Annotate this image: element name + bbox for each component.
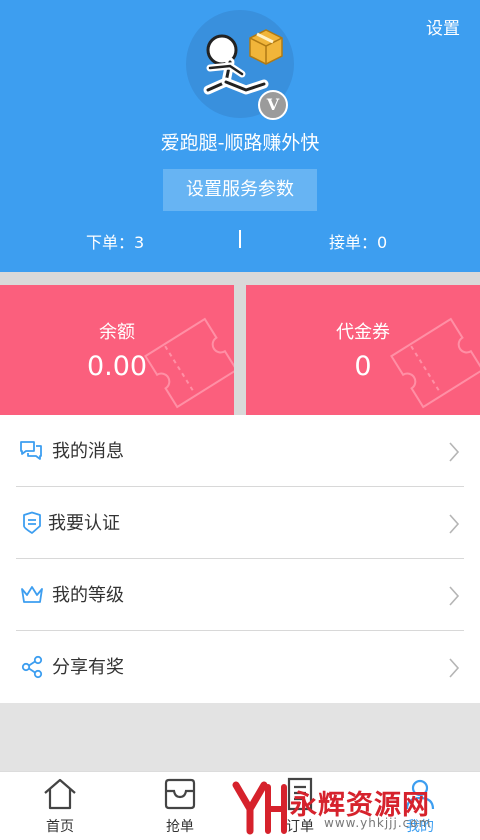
voucher-value: 0 bbox=[354, 351, 372, 382]
chat-bubbles-icon bbox=[20, 441, 42, 460]
balance-value: 0.00 bbox=[86, 351, 148, 382]
balance-card[interactable]: 余额 0.00 bbox=[0, 285, 234, 415]
stats-divider bbox=[239, 230, 241, 248]
menu-item-messages[interactable]: 我的消息 bbox=[0, 415, 480, 487]
tab-home[interactable]: 首页 bbox=[0, 772, 120, 840]
watermark-url: www.yhkjjj.com bbox=[324, 816, 432, 830]
menu-label-share: 分享有奖 bbox=[52, 657, 124, 678]
home-icon bbox=[44, 778, 76, 810]
menu-label-verification: 我要认证 bbox=[48, 513, 120, 534]
order-stats: 下单：3 接单：0 bbox=[0, 226, 480, 252]
menu-label-messages: 我的消息 bbox=[52, 441, 124, 462]
profile-header: 设置 V 爱跑腿-顺路赚外快 设置服务参数 下单：3 接单：0 bbox=[0, 0, 480, 272]
balance-label: 余额 bbox=[99, 322, 135, 343]
chevron-right-icon bbox=[449, 442, 460, 462]
share-icon bbox=[21, 655, 43, 679]
id-badge-icon bbox=[23, 511, 41, 534]
orders-placed-count[interactable]: 下单：3 bbox=[86, 229, 144, 253]
menu-label-level: 我的等级 bbox=[52, 585, 124, 606]
yh-logo-icon bbox=[232, 781, 287, 835]
watermark: 永辉资源网 www.yhkjjj.com bbox=[232, 779, 472, 837]
wallet-cards: 余额 0.00 代金券 0 bbox=[0, 272, 480, 415]
verified-badge: V bbox=[258, 90, 288, 120]
settings-link[interactable]: 设置 bbox=[426, 14, 460, 39]
menu-item-level[interactable]: 我的等级 bbox=[0, 559, 480, 631]
tab-label-grab-orders: 抢单 bbox=[166, 819, 194, 835]
menu-list: 我的消息 我要认证 我的等级 分享有奖 bbox=[0, 415, 480, 703]
chevron-right-icon bbox=[449, 586, 460, 606]
tab-label-home: 首页 bbox=[46, 819, 74, 835]
set-service-params-button[interactable]: 设置服务参数 bbox=[163, 169, 317, 211]
voucher-label: 代金券 bbox=[336, 322, 390, 343]
chevron-right-icon bbox=[449, 514, 460, 534]
orders-taken-count[interactable]: 接单：0 bbox=[329, 229, 387, 253]
inbox-icon bbox=[164, 778, 196, 810]
voucher-card[interactable]: 代金券 0 bbox=[246, 285, 480, 415]
empty-area bbox=[0, 703, 480, 771]
menu-item-verification[interactable]: 我要认证 bbox=[0, 487, 480, 559]
tab-grab-orders[interactable]: 抢单 bbox=[120, 772, 240, 840]
username: 爱跑腿-顺路赚外快 bbox=[160, 132, 320, 154]
menu-item-share[interactable]: 分享有奖 bbox=[0, 631, 480, 703]
chevron-right-icon bbox=[449, 658, 460, 678]
crown-icon bbox=[21, 586, 43, 603]
